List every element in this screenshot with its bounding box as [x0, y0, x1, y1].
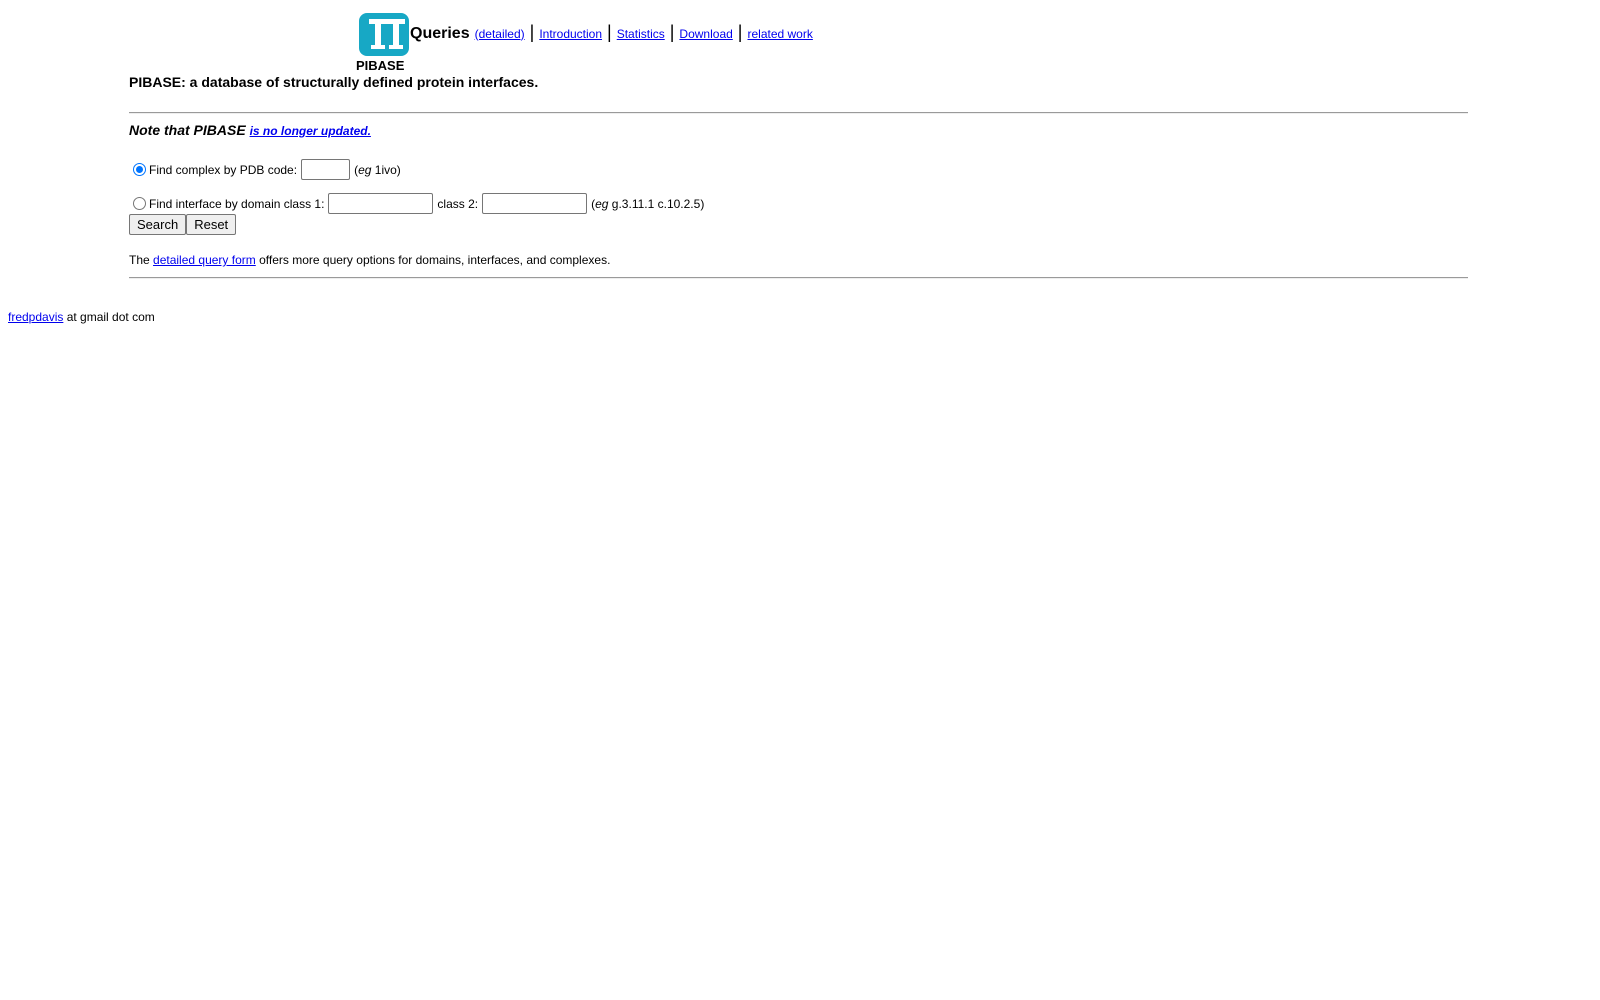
nav-link-download[interactable]: Download: [679, 27, 732, 41]
footer-contact: fredpdavis at gmail dot com: [8, 310, 155, 324]
nav-separator: |: [607, 21, 612, 42]
note-text: Note that PIBASE: [129, 122, 246, 138]
page-subtitle: PIBASE: a database of structurally defin…: [129, 74, 539, 90]
nav-separator: |: [529, 21, 535, 42]
nav-links: Queries (detailed) | Introduction | Stat…: [408, 22, 813, 43]
pdb-code-label: Find complex by PDB code:: [149, 162, 298, 177]
note-link[interactable]: is no longer updated.: [250, 124, 371, 138]
pi-logo-icon: [359, 13, 409, 56]
contact-suffix: at gmail dot com: [63, 310, 155, 324]
pdb-query-row: Find complex by PDB code: (eg 1ivo): [133, 159, 401, 180]
nav-link-detailed[interactable]: (detailed): [475, 27, 525, 41]
pdb-code-radio[interactable]: [133, 163, 146, 176]
domain-class1-input[interactable]: [328, 193, 434, 214]
info-suffix: offers more query options for domains, i…: [259, 253, 611, 267]
nav-title-queries: Queries: [410, 24, 470, 42]
divider-top: [129, 112, 1468, 114]
nav-separator: |: [669, 21, 675, 42]
domain-query-row: Find interface by domain class 1: class …: [133, 193, 704, 214]
domain-class-radio[interactable]: [133, 197, 146, 210]
pibase-logo: PIBASE: [356, 13, 409, 73]
domain-class2-label: class 2:: [437, 196, 479, 211]
logo-caption: PIBASE: [356, 58, 405, 73]
page: PIBASE Queries (detailed) | Introduction…: [0, 0, 1600, 1000]
nav-link-related-work[interactable]: related work: [747, 27, 812, 41]
search-button[interactable]: Search: [129, 214, 187, 235]
form-buttons: Search Reset: [129, 214, 237, 235]
detailed-query-info: The detailed query form offers more quer…: [129, 253, 610, 267]
info-prefix: The: [129, 253, 150, 267]
detailed-query-form-link[interactable]: detailed query form: [153, 253, 256, 267]
nav-link-introduction[interactable]: Introduction: [539, 27, 602, 41]
divider-bottom: [129, 277, 1468, 279]
pdb-code-hint: (eg 1ivo): [354, 162, 401, 177]
domain-class1-label: Find interface by domain class 1:: [149, 196, 325, 211]
top-navigation: PIBASE Queries (detailed) | Introduction…: [356, 13, 813, 73]
contact-link[interactable]: fredpdavis: [8, 310, 63, 324]
pdb-code-input[interactable]: [301, 159, 351, 180]
deprecation-note: Note that PIBASE is no longer updated.: [129, 122, 371, 138]
nav-link-statistics[interactable]: Statistics: [617, 27, 665, 41]
domain-class-hint: (eg g.3.11.1 c.10.2.5): [591, 196, 705, 211]
nav-separator: |: [737, 21, 743, 42]
domain-class2-input[interactable]: [482, 193, 588, 214]
reset-button[interactable]: Reset: [186, 214, 237, 235]
